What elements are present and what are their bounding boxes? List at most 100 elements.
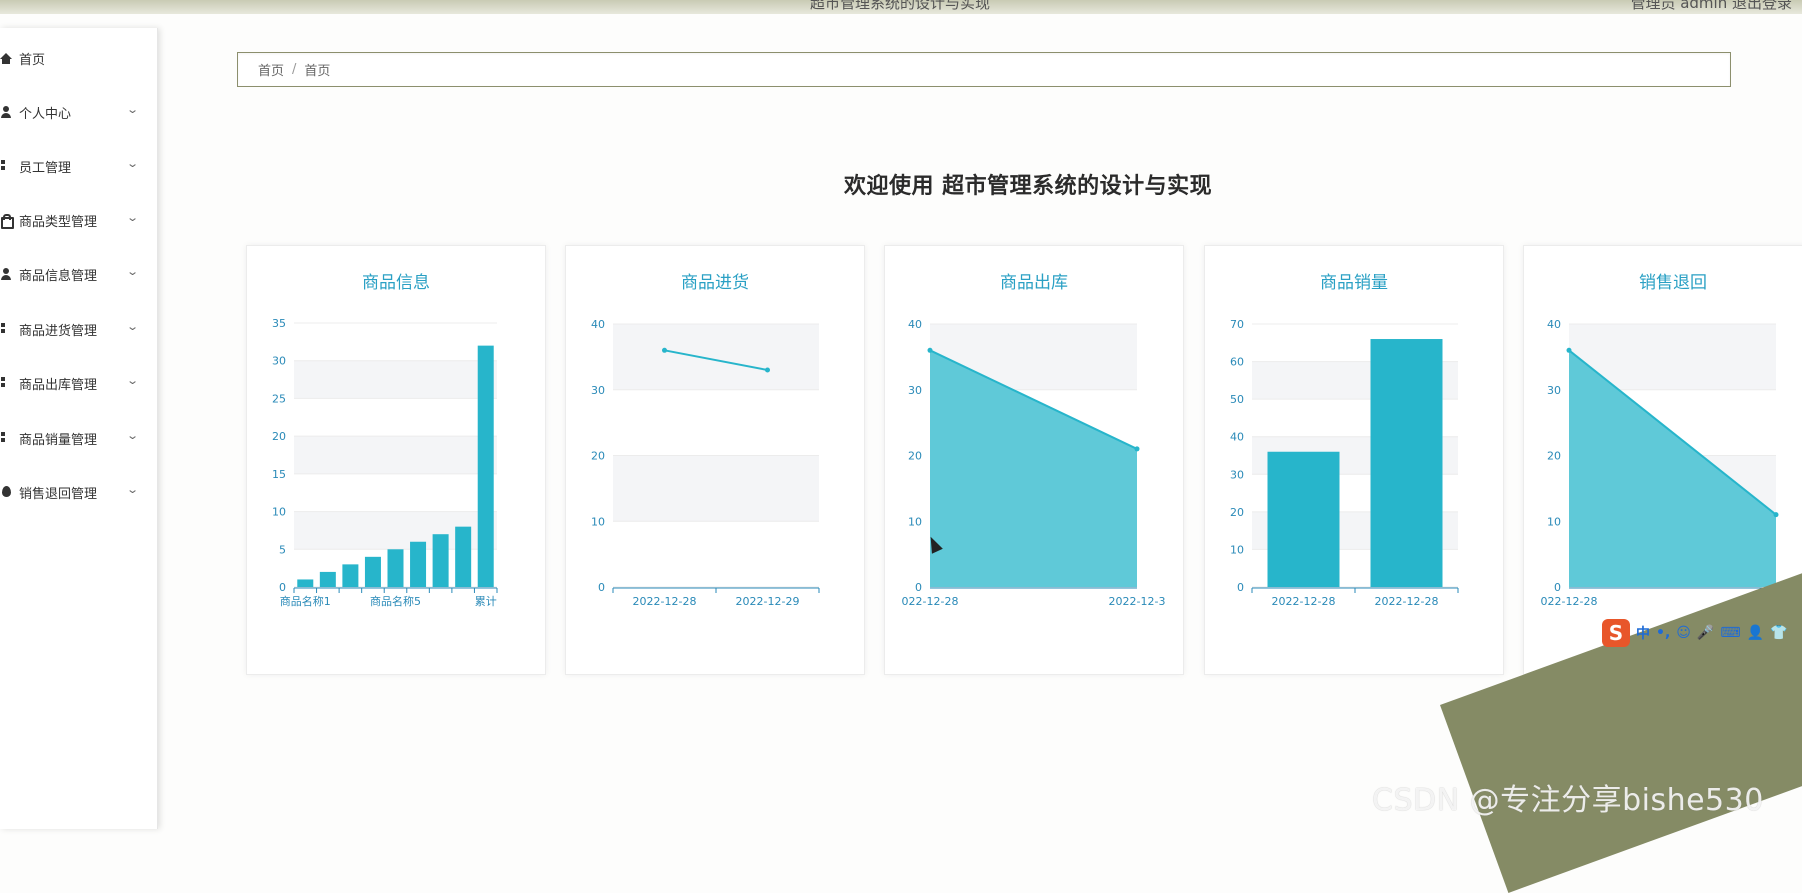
y-tick-label: 40 — [1230, 431, 1244, 444]
sidebar-item-6[interactable]: 商品出库管理 ⌄ — [0, 368, 158, 398]
bar[interactable] — [319, 571, 336, 587]
y-tick-label: 0 — [279, 581, 286, 594]
y-tick-label: 5 — [279, 543, 286, 556]
ime-toolbar-item[interactable]: 👕 — [1770, 625, 1787, 641]
chevron-down-icon: ⌄ — [126, 157, 140, 170]
grid-icon — [0, 321, 14, 337]
grid-band — [613, 455, 819, 522]
x-tick-label: 2022-12-28 — [1375, 595, 1439, 608]
bar[interactable] — [364, 556, 381, 587]
sidebar-item-4[interactable]: 商品信息管理 ⌄ — [0, 259, 158, 289]
y-tick-label: 30 — [591, 384, 605, 397]
y-tick-label: 15 — [272, 468, 286, 481]
sidebar-item-2[interactable]: 员工管理 ⌄ — [0, 151, 158, 181]
chevron-down-icon: ⌄ — [126, 320, 140, 333]
chevron-down-icon: ⌄ — [126, 103, 140, 116]
user-info[interactable]: 管理员 admin 退出登录 — [1630, 0, 1792, 13]
bar[interactable] — [342, 564, 359, 587]
y-tick-label: 20 — [1547, 450, 1561, 463]
grid-icon — [0, 430, 14, 446]
data-point[interactable] — [927, 347, 933, 353]
sidebar-item-label: 商品进货管理 — [19, 323, 98, 339]
sidebar-item-label: 销售退回管理 — [19, 486, 98, 502]
sidebar: 首页 个人中心 ⌄ 员工管理 ⌄ 商品类型管理 ⌄ 商品信息管理 ⌄ 商品进货管理 ⌄ 商品出库管理 ⌄… — [0, 28, 158, 829]
y-tick-label: 0 — [1554, 581, 1561, 594]
ime-toolbar-item[interactable]: 中 — [1636, 623, 1650, 643]
sidebar-item-7[interactable]: 商品销量管理 ⌄ — [0, 423, 158, 453]
breadcrumb-item-current: 首页 — [304, 64, 331, 79]
app-title: 超市管理系统的设计与实现 — [810, 0, 991, 12]
grid-band — [613, 324, 819, 390]
bar[interactable] — [297, 579, 314, 587]
sidebar-item-1[interactable]: 个人中心 ⌄ — [0, 97, 158, 127]
ime-toolbar-item[interactable]: ☺ — [1676, 625, 1691, 641]
grid-band — [294, 360, 497, 399]
grid-icon — [0, 375, 14, 391]
sidebar-item-5[interactable]: 商品进货管理 ⌄ — [0, 314, 158, 344]
y-tick-label: 0 — [915, 581, 922, 594]
chart-card-0: 商品信息 0 5 10 15 20 25 30 35 商品名称1 商品名称5 累计 — [246, 245, 546, 675]
bar[interactable] — [1267, 451, 1340, 587]
sidebar-item-label: 个人中心 — [19, 106, 72, 122]
ime-toolbar-item[interactable]: 👤 — [1747, 625, 1764, 641]
sidebar-item-label: 商品类型管理 — [19, 214, 98, 230]
sidebar-item-label: 商品出库管理 — [19, 377, 98, 393]
bar[interactable] — [477, 345, 494, 587]
y-tick-label: 20 — [591, 450, 605, 463]
bar[interactable] — [410, 541, 427, 587]
y-tick-label: 50 — [1230, 393, 1244, 406]
bar[interactable] — [387, 549, 404, 587]
ime-toolbar-item[interactable]: ⌨ — [1720, 625, 1740, 641]
ime-toolbar-item[interactable]: •, — [1656, 625, 1670, 641]
bar[interactable] — [432, 534, 449, 587]
drop-icon — [0, 484, 14, 500]
ime-toolbar-item[interactable]: 🎤 — [1697, 625, 1714, 641]
watermark: CSDN @专注分享bishe530 — [1372, 783, 1764, 818]
bar[interactable] — [1370, 339, 1443, 587]
ime-logo-icon[interactable]: S — [1602, 619, 1630, 647]
y-tick-label: 10 — [272, 506, 286, 519]
chart-card-3: 商品销量 0 10 20 30 40 50 60 70 2022-12-28 2022-12-28 — [1204, 245, 1504, 675]
y-tick-label: 25 — [272, 392, 286, 405]
sidebar-item-label: 商品销量管理 — [19, 432, 98, 448]
chevron-down-icon: ⌄ — [126, 374, 140, 387]
x-tick-label: 商品名称5 — [370, 594, 421, 608]
y-tick-label: 30 — [272, 355, 286, 368]
x-tick-label: 022-12-28 — [902, 595, 959, 608]
chart-svg: 0 10 20 30 40 022-12-28 2022-12-3 — [902, 318, 1166, 608]
sidebar-item-3[interactable]: 商品类型管理 ⌄ — [0, 205, 158, 235]
sidebar-item-8[interactable]: 销售退回管理 ⌄ — [0, 477, 158, 507]
data-point[interactable] — [1566, 347, 1572, 353]
y-tick-label: 10 — [1547, 515, 1561, 528]
bar[interactable] — [455, 526, 472, 587]
x-tick-label: 2022-12-29 — [736, 595, 800, 608]
sidebar-item-0[interactable]: 首页 — [0, 43, 158, 73]
chart-svg: 0 10 20 30 40 2022-12-28 2022-12-29 — [591, 318, 820, 608]
chart-card-2: 商品出库 0 10 20 30 40 022-12-28 2022-12-3 — [884, 245, 1184, 675]
breadcrumb-item-home[interactable]: 首页 — [258, 60, 284, 79]
data-point[interactable] — [765, 367, 770, 373]
user-icon — [0, 266, 14, 282]
data-point[interactable] — [1773, 512, 1779, 518]
sidebar-item-label: 首页 — [19, 52, 46, 68]
top-header: 超市管理系统的设计与实现 管理员 admin 退出登录 — [0, 0, 1802, 14]
x-tick-label: 累计 — [475, 595, 497, 608]
chevron-down-icon: ⌄ — [126, 211, 140, 224]
y-tick-label: 30 — [908, 384, 922, 397]
x-tick-label: 2022-12-28 — [1272, 595, 1336, 608]
x-tick-label: 2022-12-28 — [633, 595, 697, 608]
y-tick-label: 30 — [1230, 468, 1244, 481]
x-tick-label: 商品名称1 — [280, 594, 331, 608]
y-tick-label: 0 — [1237, 581, 1244, 594]
breadcrumb: 首页 / 首页 — [237, 52, 1731, 87]
bag-icon — [0, 212, 14, 229]
data-point[interactable] — [662, 347, 667, 353]
ime-toolbar: S 中 •, ☺ 🎤 ⌨ 👤 👕 — [1602, 618, 1802, 648]
data-point[interactable] — [1134, 446, 1140, 452]
y-tick-label: 10 — [1230, 543, 1244, 556]
y-tick-label: 70 — [1230, 318, 1244, 331]
sidebar-item-label: 员工管理 — [19, 160, 72, 176]
home-icon — [0, 50, 14, 66]
chevron-down-icon: ⌄ — [126, 265, 140, 278]
y-tick-label: 30 — [1547, 384, 1561, 397]
